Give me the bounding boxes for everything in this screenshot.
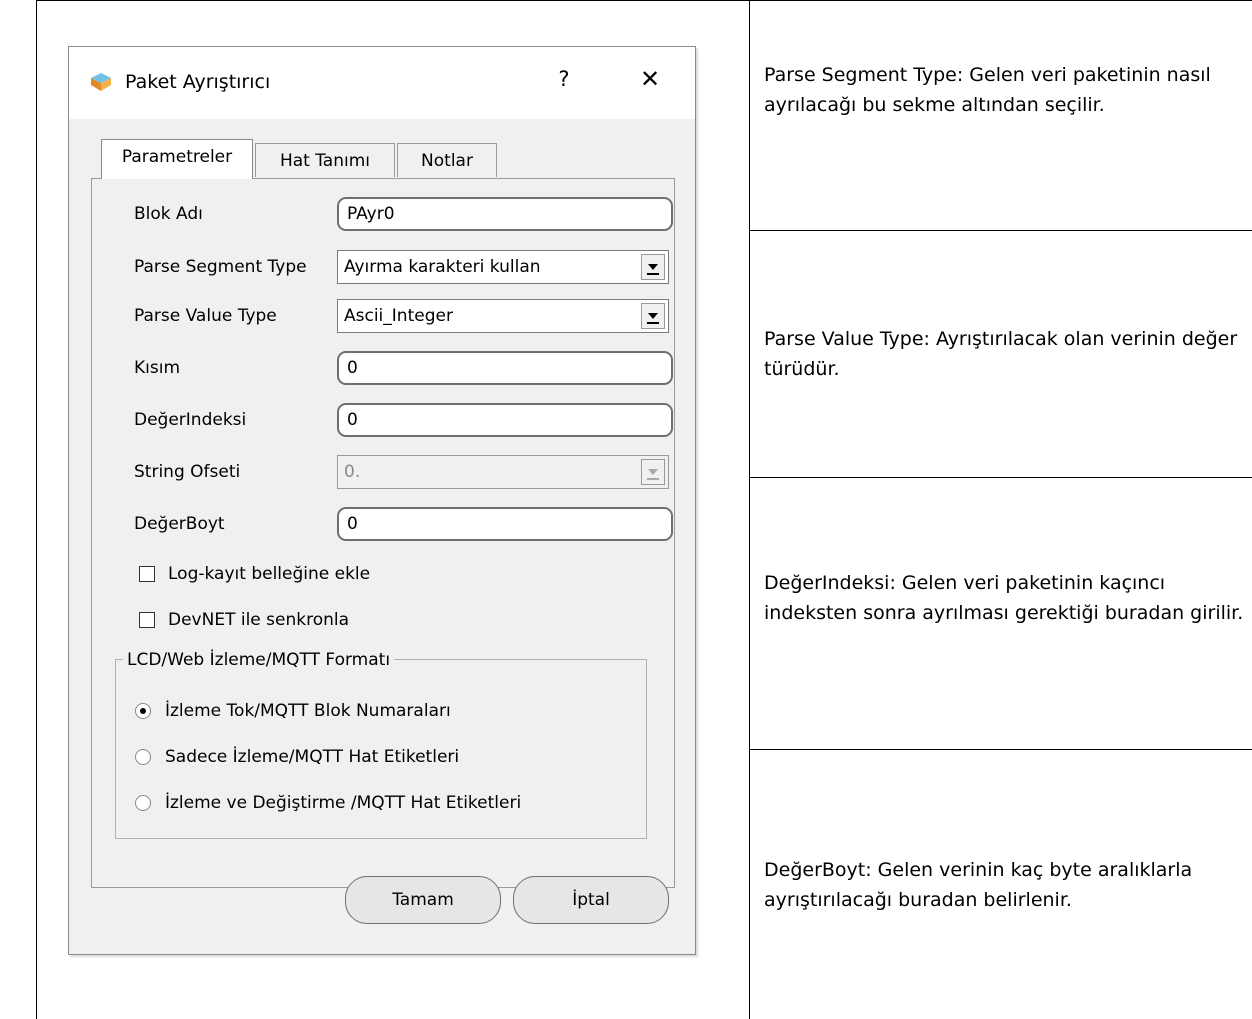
description-parse-segment-type: Parse Segment Type: Gelen veri paketinin… xyxy=(764,64,1211,116)
devnet-label: DevNET ile senkronla xyxy=(168,610,350,630)
deger-boyt-input[interactable]: 0 xyxy=(337,507,673,541)
sadece-izleme-radio[interactable] xyxy=(135,749,151,765)
devnet-checkbox[interactable] xyxy=(139,612,155,628)
close-button[interactable]: ✕ xyxy=(637,65,663,93)
izleme-tok-radio[interactable] xyxy=(135,703,151,719)
dropdown-arrow-icon[interactable] xyxy=(641,254,665,280)
parse-segment-type-label: Parse Segment Type xyxy=(134,257,307,277)
description-parse-value-type: Parse Value Type: Ayrıştırılacak olan ve… xyxy=(764,328,1238,380)
format-group-title: LCD/Web İzleme/MQTT Formatı xyxy=(123,649,395,671)
table-row-divider xyxy=(750,749,1252,750)
string-ofseti-select: 0. xyxy=(337,455,669,489)
parse-segment-type-select[interactable]: Ayırma karakteri kullan xyxy=(337,250,669,284)
log-kayit-label: Log-kayıt belleğine ekle xyxy=(168,564,371,584)
deger-indeksi-input[interactable]: 0 xyxy=(337,403,673,437)
tab-hat-tanimi[interactable]: Hat Tanımı xyxy=(255,143,395,177)
string-ofseti-value: 0. xyxy=(344,462,361,482)
deger-indeksi-label: DeğerIndeksi xyxy=(134,410,247,430)
help-button[interactable]: ? xyxy=(554,67,574,91)
deger-boyt-label: DeğerBoyt xyxy=(134,514,225,534)
parse-value-type-value: Ascii_Integer xyxy=(344,306,453,326)
table-row-divider xyxy=(750,230,1252,231)
izleme-degistirme-label: İzleme ve Değiştirme /MQTT Hat Etiketler… xyxy=(165,793,522,813)
iptal-button[interactable]: İptal xyxy=(513,876,669,924)
dropdown-arrow-icon[interactable] xyxy=(641,303,665,329)
string-ofseti-label: String Ofseti xyxy=(134,462,241,482)
description-deger-indeksi: DeğerIndeksi: Gelen veri paketinin kaçın… xyxy=(764,572,1244,624)
dropdown-arrow-icon xyxy=(641,459,665,485)
parse-value-type-select[interactable]: Ascii_Integer xyxy=(337,299,669,333)
parse-segment-type-value: Ayırma karakteri kullan xyxy=(344,257,541,277)
title-bar: Paket Ayrıştırıcı ? ✕ xyxy=(69,47,695,119)
tamam-button[interactable]: Tamam xyxy=(345,876,501,924)
table-column-divider xyxy=(749,0,750,1019)
blok-adi-input[interactable]: PAyr0 xyxy=(337,197,673,231)
paket-ayristirici-dialog: Paket Ayrıştırıcı ? ✕ Blok Adı PAyr0 Par… xyxy=(68,46,696,955)
parse-value-type-label: Parse Value Type xyxy=(134,306,277,326)
tab-notlar[interactable]: Notlar xyxy=(397,143,497,177)
kisim-input[interactable]: 0 xyxy=(337,351,673,385)
izleme-tok-label: İzleme Tok/MQTT Blok Numaraları xyxy=(165,701,451,721)
izleme-degistirme-radio[interactable] xyxy=(135,795,151,811)
table-row-divider xyxy=(750,477,1252,478)
kisim-label: Kısım xyxy=(134,358,181,378)
blok-adi-label: Blok Adı xyxy=(134,204,203,224)
log-kayit-checkbox[interactable] xyxy=(139,566,155,582)
description-deger-boyt: DeğerBoyt: Gelen verinin kaç byte aralık… xyxy=(764,859,1193,911)
app-icon xyxy=(91,73,111,91)
tab-parametreler[interactable]: Parametreler xyxy=(101,139,253,179)
dialog-title: Paket Ayrıştırıcı xyxy=(125,71,271,93)
sadece-izleme-label: Sadece İzleme/MQTT Hat Etiketleri xyxy=(165,747,460,767)
radio-selected-dot xyxy=(140,708,146,714)
